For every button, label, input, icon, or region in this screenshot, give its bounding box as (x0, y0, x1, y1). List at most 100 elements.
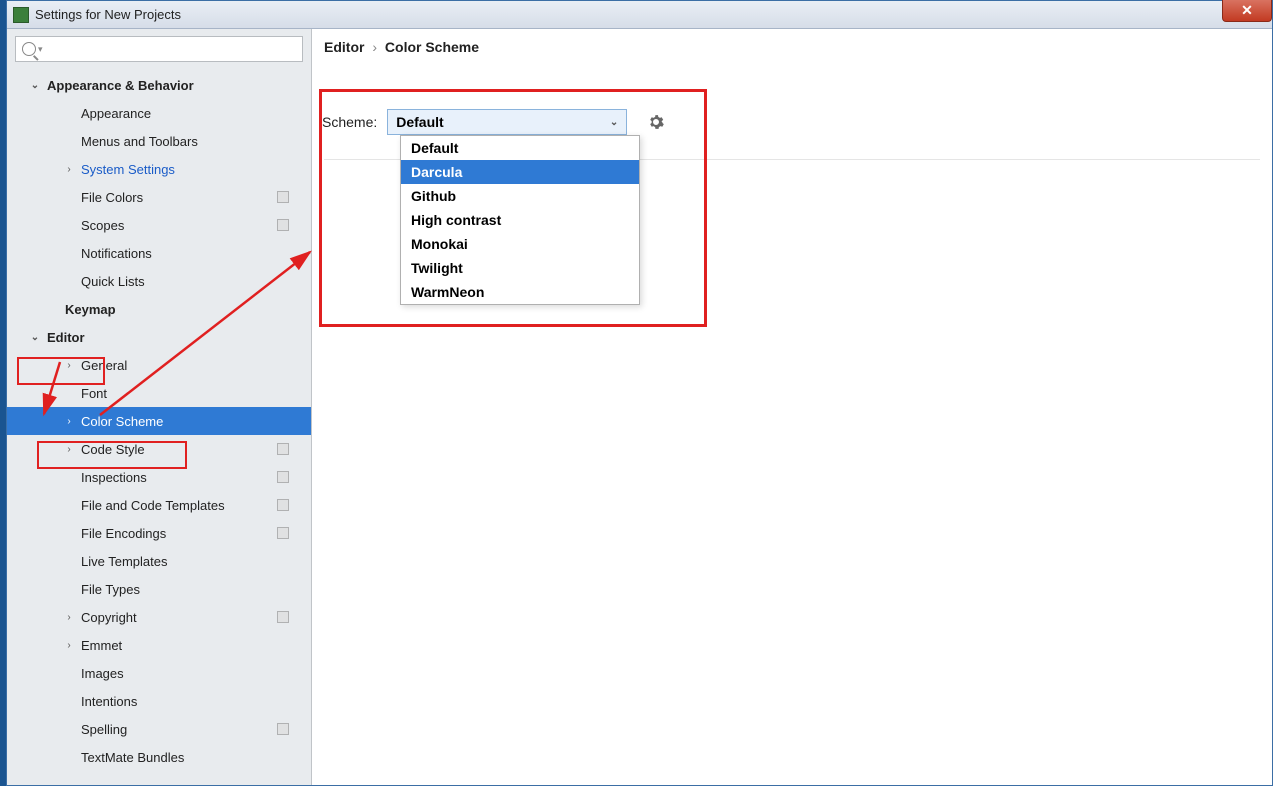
tree-item-appearance-behavior[interactable]: ⌄ Appearance & Behavior (7, 71, 311, 99)
tree-item-inspections[interactable]: Inspections (7, 463, 311, 491)
content-area: ▾ ⌄ Appearance & Behavior Appearance Menus … (7, 29, 1272, 785)
tree-item-label: TextMate Bundles (81, 750, 184, 765)
project-scope-icon (277, 527, 289, 539)
scheme-settings-button[interactable] (645, 111, 667, 133)
tree-item-font[interactable]: Font (7, 379, 311, 407)
breadcrumb-part1: Editor (324, 39, 364, 55)
tree-item-emmet[interactable]: › Emmet (7, 631, 311, 659)
main-panel: Editor › Color Scheme Scheme: Default ⌄ … (312, 29, 1272, 785)
gear-icon (648, 114, 664, 130)
chevron-right-icon: › (63, 444, 75, 455)
search-dropdown-caret: ▾ (38, 44, 43, 55)
tree-item-intentions[interactable]: Intentions (7, 687, 311, 715)
search-box[interactable]: ▾ (15, 36, 303, 62)
tree-item-general[interactable]: › General (7, 351, 311, 379)
tree-item-menus-and-toolbars[interactable]: Menus and Toolbars (7, 127, 311, 155)
scheme-option-darcula[interactable]: Darcula (401, 160, 639, 184)
project-scope-icon (277, 471, 289, 483)
tree-item-label: File Types (81, 582, 140, 597)
tree-item-label: File and Code Templates (81, 498, 225, 513)
tree-item-label: Images (81, 666, 124, 681)
scheme-option-warmneon[interactable]: WarmNeon (401, 280, 639, 304)
tree-item-label: Menus and Toolbars (81, 134, 198, 149)
tree-item-label: Notifications (81, 246, 152, 261)
project-scope-icon (277, 191, 289, 203)
tree-item-keymap[interactable]: ›Keymap (7, 295, 311, 323)
project-scope-icon (277, 499, 289, 511)
tree-item-label: General (81, 358, 127, 373)
chevron-right-icon: › (63, 360, 75, 371)
project-scope-icon (277, 219, 289, 231)
breadcrumb-part2: Color Scheme (385, 39, 479, 55)
tree-item-label: Appearance & Behavior (47, 78, 194, 93)
close-icon: ✕ (1241, 2, 1253, 19)
tree-item-label: Scopes (81, 218, 124, 233)
scheme-option-high-contrast[interactable]: High contrast (401, 208, 639, 232)
chevron-right-icon: › (63, 164, 75, 175)
tree-item-notifications[interactable]: Notifications (7, 239, 311, 267)
tree-item-textmate-bundles[interactable]: TextMate Bundles (7, 743, 311, 771)
search-wrap: ▾ (7, 29, 311, 69)
close-button[interactable]: ✕ (1222, 0, 1272, 22)
tree-item-label: Editor (47, 330, 85, 345)
settings-window: Settings for New Projects ✕ ▾ ⌄ Appearanc… (6, 0, 1273, 786)
tree-item-file-encodings[interactable]: File Encodings (7, 519, 311, 547)
tree-item-file-types[interactable]: File Types (7, 575, 311, 603)
scheme-label: Scheme: (322, 114, 377, 130)
project-scope-icon (277, 723, 289, 735)
scheme-option-twilight[interactable]: Twilight (401, 256, 639, 280)
scheme-row: Scheme: Default ⌄ (322, 109, 667, 135)
tree-item-label: File Colors (81, 190, 143, 205)
chevron-down-icon: ⌄ (610, 117, 618, 128)
tree-item-label: Quick Lists (81, 274, 145, 289)
scheme-select[interactable]: Default ⌄ (387, 109, 627, 135)
tree-item-label: Inspections (81, 470, 147, 485)
tree-item-copyright[interactable]: › Copyright (7, 603, 311, 631)
app-icon (13, 7, 29, 23)
settings-tree[interactable]: ⌄ Appearance & Behavior Appearance Menus an… (7, 69, 311, 785)
tree-item-label: Live Templates (81, 554, 167, 569)
chevron-down-icon: ⌄ (29, 332, 41, 343)
tree-item-label: File Encodings (81, 526, 166, 541)
tree-item-label: Keymap (65, 302, 116, 317)
search-icon (22, 42, 36, 56)
breadcrumb-separator: › (372, 39, 377, 55)
chevron-down-icon: ⌄ (29, 80, 41, 91)
settings-sidebar: ▾ ⌄ Appearance & Behavior Appearance Menus … (7, 29, 312, 785)
breadcrumb: Editor › Color Scheme (312, 29, 1272, 69)
scheme-option-default[interactable]: Default (401, 136, 639, 160)
project-scope-icon (277, 611, 289, 623)
tree-item-label: Appearance (81, 106, 151, 121)
tree-item-label: Code Style (81, 442, 145, 457)
tree-item-label: Intentions (81, 694, 137, 709)
tree-item-editor[interactable]: ⌄ Editor (7, 323, 311, 351)
project-scope-icon (277, 443, 289, 455)
scheme-dropdown[interactable]: DefaultDarculaGithubHigh contrastMonokai… (400, 135, 640, 305)
tree-item-images[interactable]: Images (7, 659, 311, 687)
chevron-right-icon: › (63, 640, 75, 651)
scheme-selected-value: Default (396, 114, 443, 130)
tree-item-appearance[interactable]: Appearance (7, 99, 311, 127)
tree-item-file-colors[interactable]: File Colors (7, 183, 311, 211)
tree-item-label: Font (81, 386, 107, 401)
tree-item-label: Copyright (81, 610, 137, 625)
tree-item-live-templates[interactable]: Live Templates (7, 547, 311, 575)
tree-item-spelling[interactable]: Spelling (7, 715, 311, 743)
tree-item-file-and-code-templates[interactable]: File and Code Templates (7, 491, 311, 519)
titlebar: Settings for New Projects ✕ (7, 1, 1272, 29)
chevron-right-icon: › (63, 416, 75, 427)
window-title: Settings for New Projects (35, 7, 181, 22)
tree-item-label: System Settings (81, 162, 175, 177)
tree-item-scopes[interactable]: Scopes (7, 211, 311, 239)
tree-item-label: Color Scheme (81, 414, 163, 429)
chevron-right-icon: › (63, 612, 75, 623)
tree-item-quick-lists[interactable]: Quick Lists (7, 267, 311, 295)
scheme-option-monokai[interactable]: Monokai (401, 232, 639, 256)
tree-item-color-scheme[interactable]: › Color Scheme (7, 407, 311, 435)
tree-item-code-style[interactable]: › Code Style (7, 435, 311, 463)
scheme-option-github[interactable]: Github (401, 184, 639, 208)
tree-item-label: Emmet (81, 638, 122, 653)
tree-item-label: Spelling (81, 722, 127, 737)
tree-item-system-settings[interactable]: › System Settings (7, 155, 311, 183)
search-input[interactable] (49, 42, 296, 57)
